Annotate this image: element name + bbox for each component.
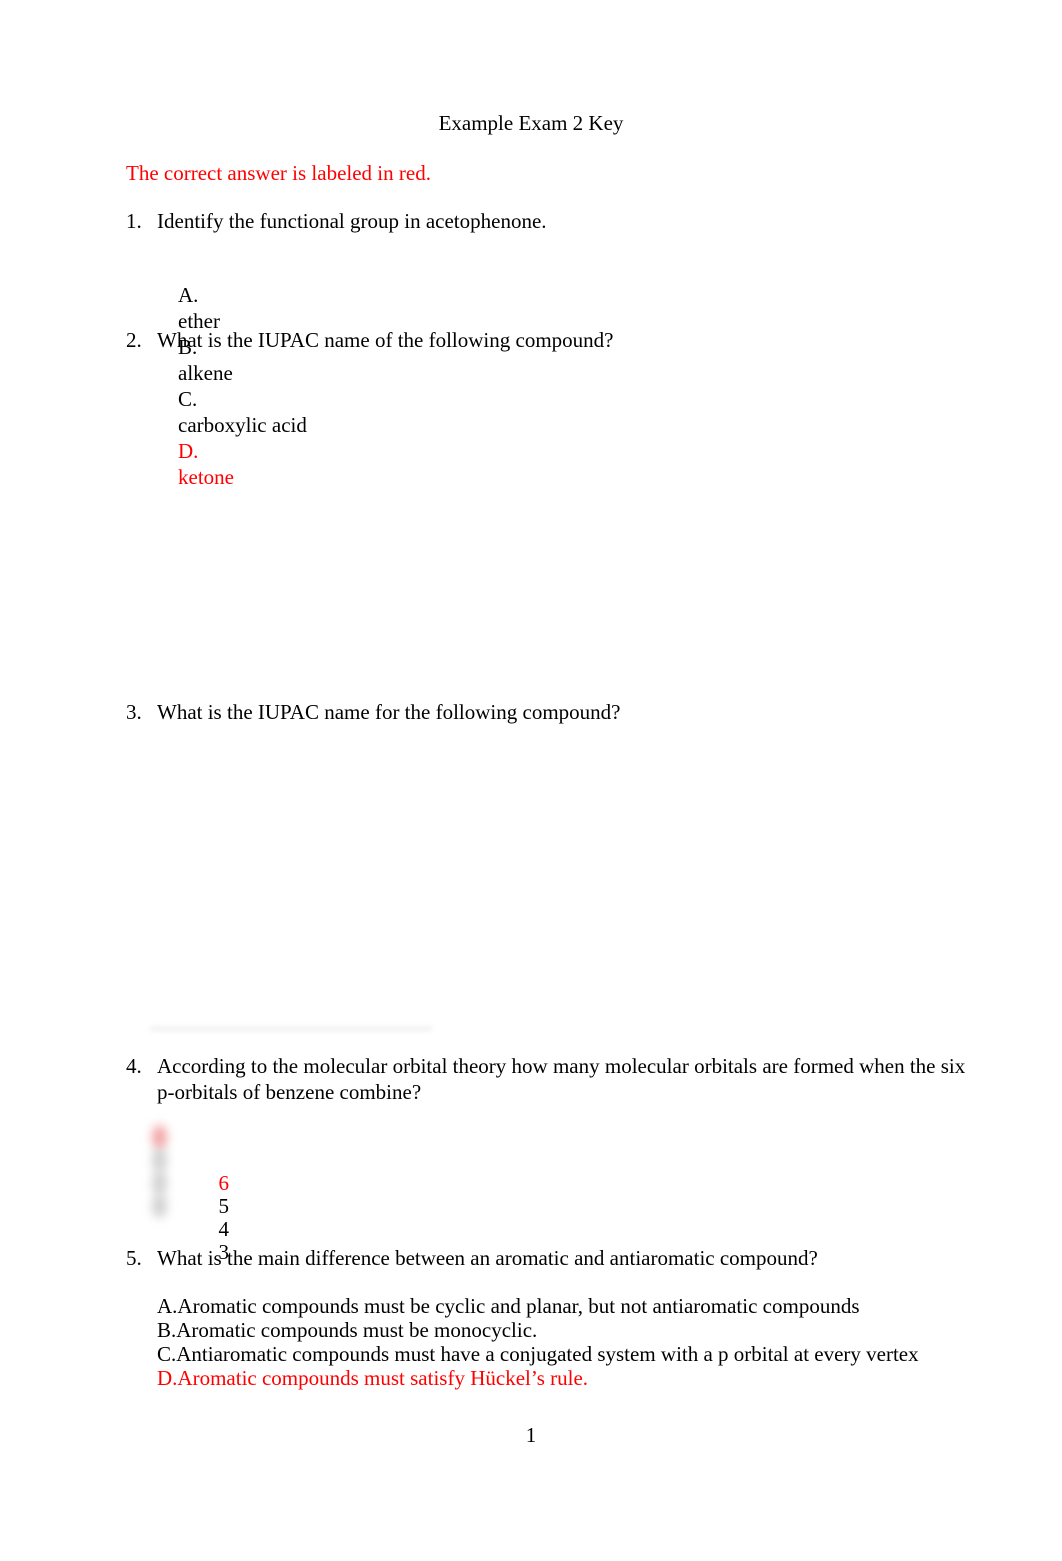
list-marker-blur-icon	[152, 1148, 167, 1172]
question-4-text: According to the molecular orbital theor…	[157, 1054, 971, 1104]
question-5-text: What is the main difference between an a…	[157, 1246, 818, 1270]
list-marker-blur-icon	[152, 1171, 167, 1195]
question-4-option-3-value[interactable]: 4	[219, 1218, 230, 1241]
question-1-number: 1.	[126, 209, 142, 233]
question-5-option-c[interactable]: C.Antiaromatic compounds must have a con…	[157, 1342, 919, 1366]
question-5-option-d[interactable]: D.Aromatic compounds must satisfy Hückel…	[157, 1366, 919, 1390]
document-page: Example Exam 2 Key The correct answer is…	[0, 0, 1062, 1561]
page-title: Example Exam 2 Key	[438, 111, 624, 135]
question-4-options: 6 5 4 3	[152, 1125, 229, 1264]
question-4-option-1[interactable]: 6	[152, 1125, 229, 1195]
question-1-option-a-label[interactable]: A.	[178, 282, 240, 308]
question-3-structure-image	[150, 750, 750, 1030]
question-4-number: 4.	[126, 1054, 142, 1078]
question-1: 1. Identify the functional group in acet…	[126, 208, 956, 234]
list-marker-blur-icon	[152, 1125, 167, 1149]
question-4: 4. According to the molecular orbital th…	[126, 1053, 986, 1105]
question-4-option-2[interactable]: 5	[152, 1148, 229, 1218]
question-5-option-b[interactable]: B.Aromatic compounds must be monocyclic.	[157, 1318, 919, 1342]
question-5-option-a[interactable]: A.Aromatic compounds must be cyclic and …	[157, 1294, 919, 1318]
answer-key-instruction: The correct answer is labeled in red.	[126, 161, 431, 185]
question-2-text: What is the IUPAC name of the following …	[157, 328, 614, 352]
list-marker-blur-icon	[152, 1194, 167, 1218]
question-4-option-4[interactable]: 3	[152, 1194, 229, 1264]
page-number: 1	[525, 1423, 537, 1447]
question-2-number: 2.	[126, 328, 142, 352]
question-2: 2. What is the IUPAC name of the followi…	[126, 327, 956, 353]
question-3-text: What is the IUPAC name for the following…	[157, 700, 621, 724]
question-3-number: 3.	[126, 700, 142, 724]
question-1-text: Identify the functional group in acetoph…	[157, 209, 547, 233]
question-3: 3. What is the IUPAC name for the follow…	[126, 699, 956, 725]
question-2-structure-image	[150, 375, 750, 675]
question-5: 5. What is the main difference between a…	[126, 1245, 986, 1271]
question-5-options: A.Aromatic compounds must be cyclic and …	[157, 1294, 919, 1390]
question-4-option-3[interactable]: 4	[152, 1171, 229, 1241]
question-5-number: 5.	[126, 1246, 142, 1270]
